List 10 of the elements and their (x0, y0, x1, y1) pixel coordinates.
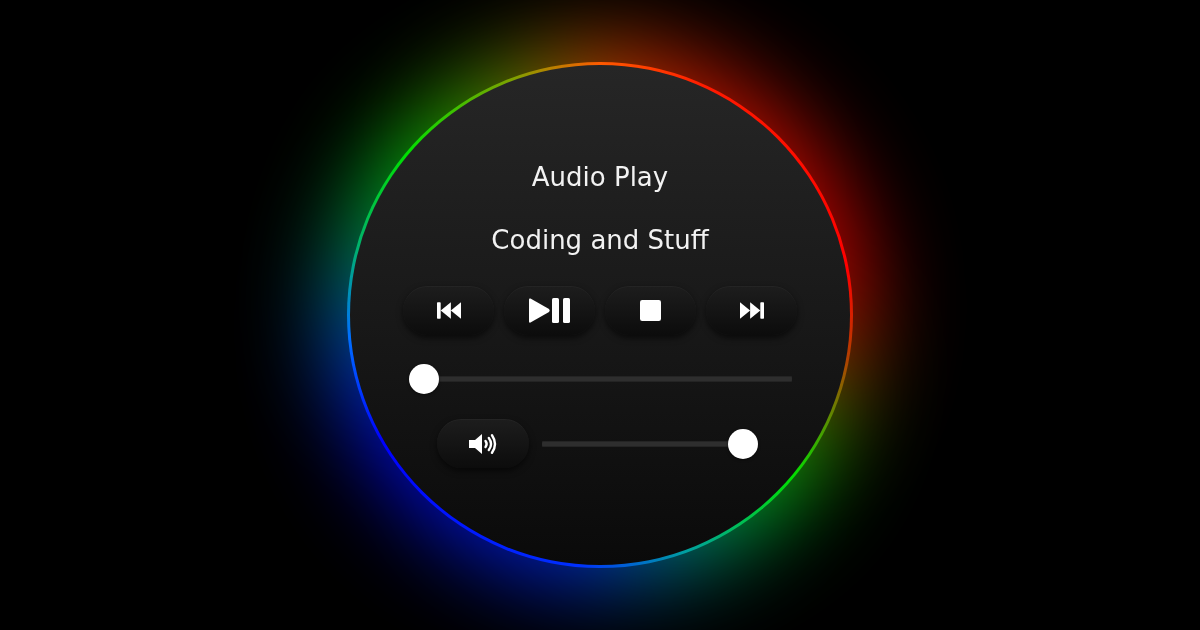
stop-icon (640, 300, 661, 321)
play-pause-icon (528, 298, 571, 323)
volume-button[interactable] (436, 419, 529, 468)
track-title: Coding and Stuff (491, 225, 709, 256)
player-title: Audio Play (531, 162, 669, 193)
next-icon (739, 302, 764, 319)
slider-thumb[interactable] (408, 364, 439, 394)
speaker-icon (468, 432, 497, 455)
slider-thumb[interactable] (727, 428, 758, 459)
previous-icon (436, 302, 461, 319)
